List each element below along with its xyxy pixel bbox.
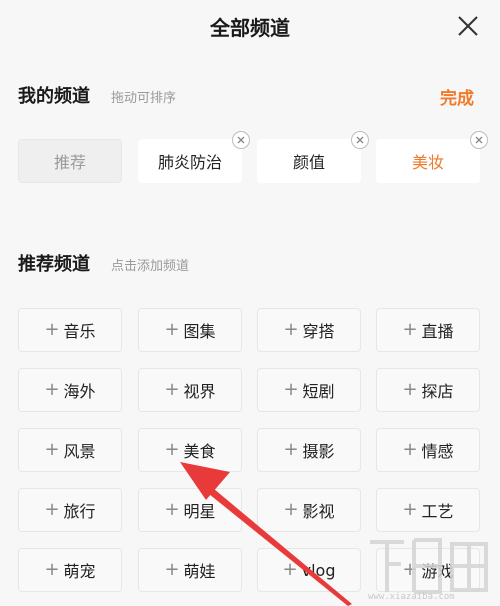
plus-icon: + <box>44 499 60 520</box>
my-channels-hint: 拖动可排序 <box>111 91 177 106</box>
recommended-channel-label: 图集 <box>183 322 216 341</box>
recommended-channel-chip[interactable]: + vlog <box>257 548 361 592</box>
recommended-channel-chip[interactable]: + 穿搭 <box>257 308 361 352</box>
my-channel-label: 肺炎防治 <box>157 153 222 172</box>
plus-icon: + <box>402 319 418 340</box>
recommended-channel-chip[interactable]: + 海外 <box>18 368 122 412</box>
recommended-channel-label: 穿搭 <box>302 322 335 341</box>
plus-icon: + <box>164 559 180 580</box>
recommended-channel-label: 摄影 <box>302 442 335 461</box>
plus-icon: + <box>164 439 180 460</box>
recommended-channel-label: 直播 <box>421 322 454 341</box>
my-channel-chip[interactable]: 肺炎防治 <box>138 131 250 183</box>
plus-icon: + <box>283 439 299 460</box>
recommended-channel-label: 风景 <box>63 442 96 461</box>
header: 全部频道 <box>0 0 500 56</box>
plus-icon: + <box>164 319 180 340</box>
recommended-channels-title: 推荐频道 <box>18 254 90 275</box>
my-channel-label: 推荐 <box>53 153 86 172</box>
recommended-channel-chip[interactable]: + 工艺 <box>376 488 480 532</box>
recommended-channel-label: 音乐 <box>63 322 96 341</box>
recommended-channel-label: 探店 <box>421 382 454 401</box>
recommended-channel-chip[interactable]: + 视界 <box>138 368 242 412</box>
recommended-channel-label: 美食 <box>183 442 216 461</box>
plus-icon: + <box>44 379 60 400</box>
my-channel-chip[interactable]: 美妆 <box>376 131 488 183</box>
recommended-channel-label: 视界 <box>183 382 216 401</box>
recommended-channel-chip[interactable]: + 萌娃 <box>138 548 242 592</box>
page-title: 全部频道 <box>210 16 290 40</box>
recommended-channel-chip[interactable]: + 明星 <box>138 488 242 532</box>
plus-icon: + <box>44 439 60 460</box>
recommended-channel-label: 海外 <box>63 382 96 401</box>
close-icon <box>458 16 478 36</box>
recommended-channel-chip[interactable]: + 短剧 <box>257 368 361 412</box>
recommended-channel-label: 工艺 <box>421 502 454 521</box>
plus-icon: + <box>283 499 299 520</box>
recommended-channel-chip[interactable]: + 影视 <box>257 488 361 532</box>
recommended-channel-label: 情感 <box>421 442 454 461</box>
plus-icon: + <box>402 559 418 580</box>
my-channel-chip[interactable]: 推荐 <box>18 139 122 183</box>
my-channel-label: 美妆 <box>411 153 444 172</box>
recommended-channels-hint: 点击添加频道 <box>111 259 190 274</box>
recommended-channel-chip[interactable]: + 直播 <box>376 308 480 352</box>
remove-x-icon[interactable] <box>351 131 369 149</box>
plus-icon: + <box>402 439 418 460</box>
remove-x-icon[interactable] <box>470 131 488 149</box>
recommended-channel-chip[interactable]: + 音乐 <box>18 308 122 352</box>
done-button[interactable]: 完成 <box>440 84 474 109</box>
recommended-channel-label: 游戏 <box>421 562 454 581</box>
plus-icon: + <box>164 379 180 400</box>
recommended-channel-label: 萌宠 <box>63 562 96 581</box>
recommended-channel-label: 旅行 <box>63 502 96 521</box>
close-button[interactable] <box>452 10 484 42</box>
plus-icon: + <box>402 379 418 400</box>
my-channels-title: 我的频道 <box>18 86 90 107</box>
recommended-channel-chip[interactable]: + 游戏 <box>376 548 480 592</box>
recommended-channel-chip[interactable]: + 图集 <box>138 308 242 352</box>
watermark-url: www.xiazaiba.com <box>368 592 455 602</box>
plus-icon: + <box>44 319 60 340</box>
my-channel-chip[interactable]: 颜值 <box>257 131 369 183</box>
recommended-channel-chip[interactable]: + 摄影 <box>257 428 361 472</box>
recommended-channel-label: 明星 <box>183 502 216 521</box>
remove-x-icon[interactable] <box>232 131 250 149</box>
recommended-channel-label: 短剧 <box>302 382 335 401</box>
recommended-channel-chip[interactable]: + 探店 <box>376 368 480 412</box>
recommended-channel-chip[interactable]: + 美食 <box>138 428 242 472</box>
plus-icon: + <box>402 499 418 520</box>
recommended-channel-label: 影视 <box>302 502 335 521</box>
plus-icon: + <box>164 499 180 520</box>
recommended-channel-chip[interactable]: + 旅行 <box>18 488 122 532</box>
my-channel-label: 颜值 <box>292 153 325 172</box>
recommended-channel-chip[interactable]: + 情感 <box>376 428 480 472</box>
plus-icon: + <box>44 559 60 580</box>
plus-icon: + <box>283 319 299 340</box>
plus-icon: + <box>283 379 299 400</box>
recommended-channel-chip[interactable]: + 萌宠 <box>18 548 122 592</box>
recommended-channel-label: vlog <box>301 560 336 580</box>
recommended-channel-chip[interactable]: + 风景 <box>18 428 122 472</box>
plus-icon: + <box>282 559 298 580</box>
recommended-channel-label: 萌娃 <box>183 562 216 581</box>
